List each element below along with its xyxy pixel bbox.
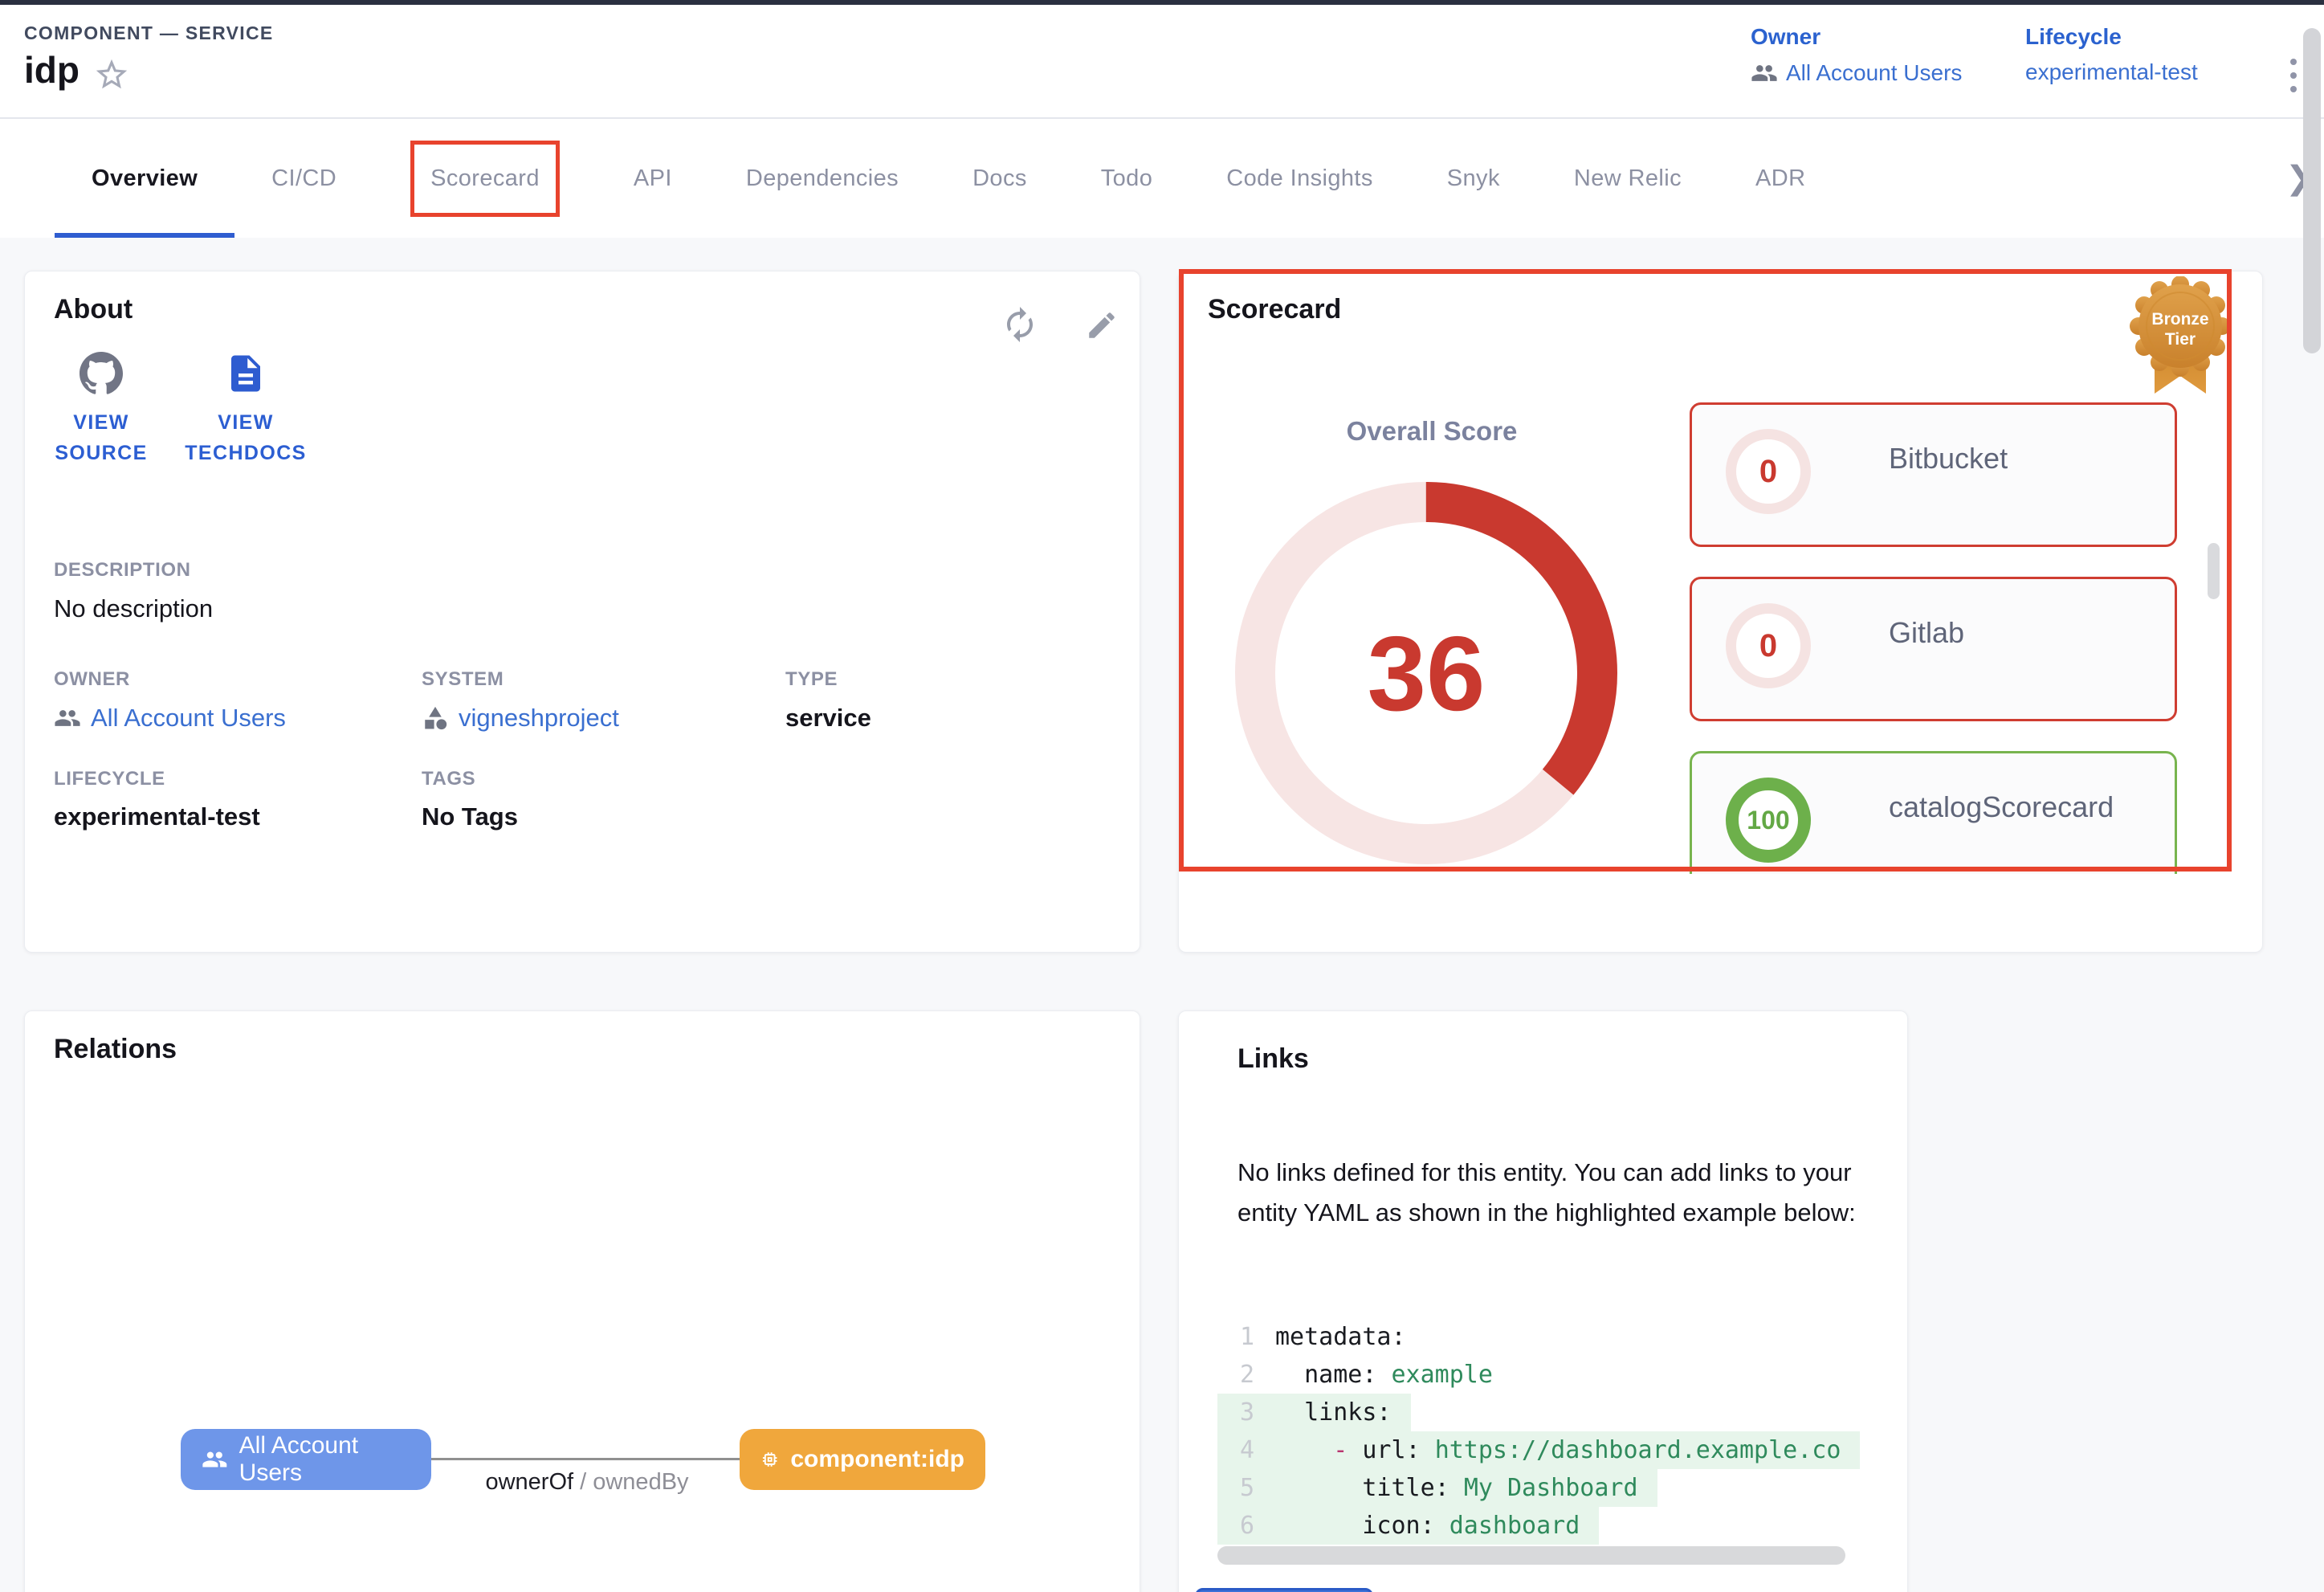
tab-overview[interactable]: Overview xyxy=(55,119,234,238)
overall-score-label: Overall Score xyxy=(1259,416,1604,447)
tab-docs[interactable]: Docs xyxy=(936,119,1064,238)
scorecard-title: Scorecard xyxy=(1208,294,1341,325)
view-techdocs-label-line2: TECHDOCS xyxy=(169,438,322,468)
github-icon xyxy=(80,352,123,395)
page-title: idp xyxy=(24,48,80,92)
links-empty-text: No links defined for this entity. You ca… xyxy=(1237,1153,1890,1233)
score-ring: 100 xyxy=(1726,778,1811,863)
tier-badge-line2: Tier xyxy=(2165,330,2196,349)
relation-node-component[interactable]: component:idp xyxy=(740,1429,985,1490)
links-card: Links No links defined for this entity. … xyxy=(1178,1010,1908,1592)
header-lifecycle-label: Lifecycle xyxy=(2025,24,2198,50)
view-source-label-line2: SOURCE xyxy=(41,438,161,468)
system-link[interactable]: vigneshproject xyxy=(422,704,619,733)
tags-value: No Tags xyxy=(422,802,518,831)
people-icon xyxy=(54,704,81,732)
tab-snyk[interactable]: Snyk xyxy=(1410,119,1537,238)
scorecard-list-scrollbar[interactable] xyxy=(2208,543,2220,599)
system-label: SYSTEM xyxy=(422,668,504,691)
relations-title: Relations xyxy=(54,1034,177,1065)
view-techdocs-label-line1: VIEW xyxy=(169,407,322,438)
tab-cicd[interactable]: CI/CD xyxy=(234,119,373,238)
relations-card: Relations ownerOf / ownedBy All Account … xyxy=(24,1010,1140,1592)
category-icon xyxy=(422,704,449,732)
relation-node-component-label: component:idp xyxy=(790,1446,964,1473)
tab-code-insights[interactable]: Code Insights xyxy=(1189,119,1410,238)
view-techdocs-button[interactable]: VIEW TECHDOCS xyxy=(169,352,322,468)
entity-tab-bar: Overview CI/CD Scorecard API Dependencie… xyxy=(0,119,2324,238)
links-action-button[interactable] xyxy=(1195,1588,1373,1592)
relation-node-owner-label: All Account Users xyxy=(239,1432,410,1487)
scorecard-item-bitbucket[interactable]: 0 Bitbucket xyxy=(1690,402,2177,547)
header-owner-link[interactable]: All Account Users xyxy=(1751,59,1962,87)
page-scrollbar-thumb[interactable] xyxy=(2303,28,2321,353)
favorite-star-icon[interactable] xyxy=(93,56,130,93)
code-line: 1metadata: xyxy=(1217,1318,1425,1356)
view-source-button[interactable]: VIEW SOURCE xyxy=(41,352,161,468)
relation-edge-label: ownerOf / ownedBy xyxy=(426,1469,748,1496)
header-lifecycle-block: Lifecycle experimental-test xyxy=(2025,24,2198,85)
people-icon xyxy=(202,1445,228,1474)
owner-label: OWNER xyxy=(54,668,130,691)
scorecard-item-list: 0 Bitbucket 0 Gitlab 100 catalogScorecar… xyxy=(1690,400,2177,874)
scorecard-card: Scorecard Overall Score 36 0 Bitbucket 0… xyxy=(1178,271,2263,953)
code-horizontal-scrollbar[interactable] xyxy=(1217,1546,1845,1565)
tab-api[interactable]: API xyxy=(597,119,709,238)
scorecard-item-name: catalogScorecard xyxy=(1889,790,2114,824)
relation-ownerof-label: ownerOf xyxy=(485,1469,573,1495)
score-ring: 0 xyxy=(1726,429,1811,514)
overall-score-value: 36 xyxy=(1235,482,1617,864)
tab-todo[interactable]: Todo xyxy=(1064,119,1190,238)
overall-score-donut: 36 xyxy=(1235,482,1617,864)
scorecard-item-name: Gitlab xyxy=(1889,616,1964,650)
chip-icon xyxy=(760,1445,779,1474)
tab-dependencies[interactable]: Dependencies xyxy=(709,119,936,238)
tab-adr[interactable]: ADR xyxy=(1719,119,1805,238)
code-line-highlighted: 6 icon: dashboard xyxy=(1217,1507,1599,1545)
tab-new-relic[interactable]: New Relic xyxy=(1537,119,1719,238)
code-line: 2 name: example xyxy=(1217,1356,1512,1394)
description-value: No description xyxy=(54,594,213,623)
type-value: service xyxy=(785,704,871,733)
tab-scorecard[interactable]: Scorecard xyxy=(373,119,597,238)
lifecycle-label: LIFECYCLE xyxy=(54,768,165,790)
about-title: About xyxy=(54,294,133,325)
tier-badge-line1: Bronze xyxy=(2151,310,2208,329)
code-line-highlighted: 4 - url: https://dashboard.example.co xyxy=(1217,1431,1860,1469)
relation-node-owner[interactable]: All Account Users xyxy=(181,1429,431,1490)
breadcrumb: COMPONENT — SERVICE xyxy=(24,22,274,44)
refresh-icon[interactable] xyxy=(1001,305,1039,344)
header-lifecycle-value: experimental-test xyxy=(2025,59,2198,85)
people-icon xyxy=(1751,59,1778,87)
code-line-highlighted: 3 links: xyxy=(1217,1394,1411,1431)
edit-pencil-icon[interactable] xyxy=(1085,308,1119,342)
scorecard-item-catalogscorecard[interactable]: 100 catalogScorecard xyxy=(1690,751,2177,874)
links-title: Links xyxy=(1237,1043,1309,1075)
owner-value: All Account Users xyxy=(91,704,286,733)
header-owner-block: Owner All Account Users xyxy=(1751,24,1962,87)
system-value: vigneshproject xyxy=(459,704,619,733)
scorecard-item-name: Bitbucket xyxy=(1889,442,2008,476)
type-label: TYPE xyxy=(785,668,838,691)
header-owner-label: Owner xyxy=(1751,24,1962,50)
scorecard-item-gitlab[interactable]: 0 Gitlab xyxy=(1690,577,2177,721)
code-line-highlighted: 5 title: My Dashboard xyxy=(1217,1469,1657,1507)
yaml-example-code: 1metadata: 2 name: example 3 links: 4 - … xyxy=(1217,1318,1869,1545)
header-owner-value: All Account Users xyxy=(1786,60,1962,86)
relation-ownedby-label: ownedBy xyxy=(593,1469,688,1495)
techdocs-document-icon xyxy=(224,352,267,395)
score-ring: 0 xyxy=(1726,603,1811,688)
description-label: DESCRIPTION xyxy=(54,559,191,582)
tags-label: TAGS xyxy=(422,768,475,790)
relation-edge-line xyxy=(431,1458,740,1460)
view-source-label-line1: VIEW xyxy=(41,407,161,438)
about-card: About VIEW SOURCE VIEW TECHDOCS DESCRIPT… xyxy=(24,271,1140,953)
bronze-tier-badge: Bronze Tier xyxy=(2127,276,2233,422)
owner-link[interactable]: All Account Users xyxy=(54,704,286,733)
page-header: COMPONENT — SERVICE idp Owner All Accoun… xyxy=(0,5,2324,119)
scorecard-tab-annotation: Scorecard xyxy=(410,141,560,217)
lifecycle-value: experimental-test xyxy=(54,802,260,831)
